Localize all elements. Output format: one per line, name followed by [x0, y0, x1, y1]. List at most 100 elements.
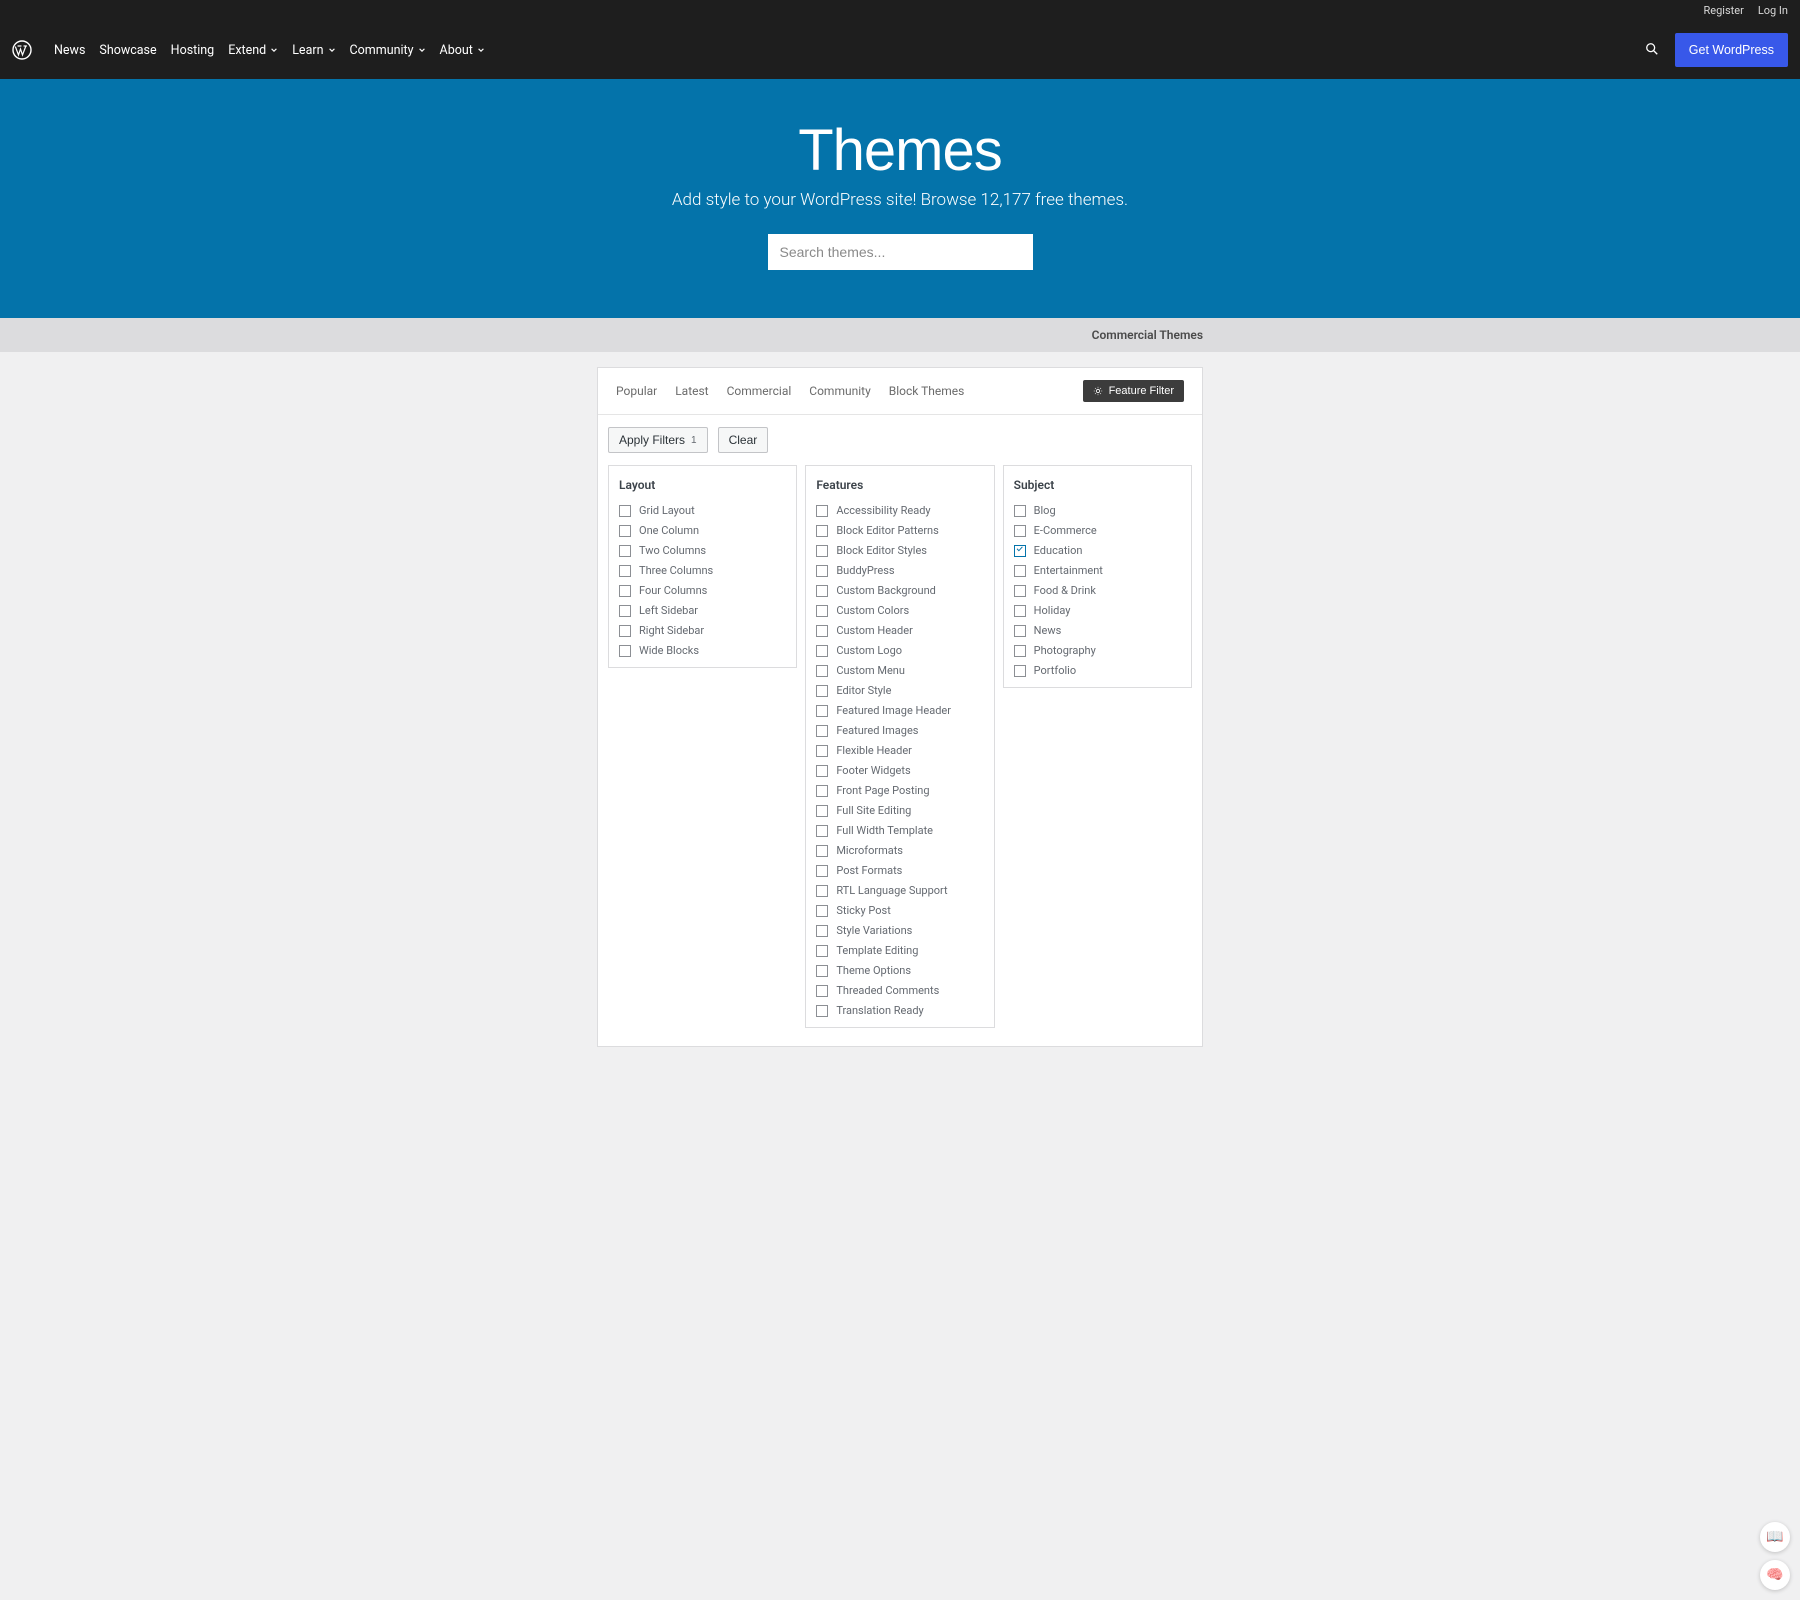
nav-about[interactable]: About: [440, 43, 485, 58]
filter-checkbox-item[interactable]: Accessibility Ready: [816, 504, 983, 517]
filter-checkbox-item[interactable]: Four Columns: [619, 584, 786, 597]
commercial-bar: Commercial Themes: [0, 318, 1800, 352]
filter-label: Block Editor Styles: [836, 544, 927, 557]
register-link[interactable]: Register: [1704, 4, 1744, 17]
nav-news[interactable]: News: [54, 43, 85, 58]
filter-label: Wide Blocks: [639, 644, 699, 657]
filter-checkbox-item[interactable]: Education: [1014, 544, 1181, 557]
filter-checkbox-item[interactable]: Theme Options: [816, 964, 983, 977]
filter-checkbox-item[interactable]: Custom Logo: [816, 644, 983, 657]
tab-latest[interactable]: Latest: [675, 384, 708, 398]
filter-checkbox-item[interactable]: Entertainment: [1014, 564, 1181, 577]
theme-search-input[interactable]: [768, 234, 1033, 270]
checkbox-icon: [816, 665, 828, 677]
filter-checkbox-item[interactable]: Wide Blocks: [619, 644, 786, 657]
filter-label: Post Formats: [836, 864, 902, 877]
tab-commercial[interactable]: Commercial: [727, 384, 792, 398]
filter-checkbox-item[interactable]: Featured Image Header: [816, 704, 983, 717]
filter-label: Theme Options: [836, 964, 911, 977]
get-wordpress-button[interactable]: Get WordPress: [1675, 33, 1788, 67]
tab-block-themes[interactable]: Block Themes: [889, 384, 965, 398]
filter-label: RTL Language Support: [836, 884, 947, 897]
filter-checkbox-item[interactable]: Custom Background: [816, 584, 983, 597]
filter-checkbox-item[interactable]: Block Editor Styles: [816, 544, 983, 557]
filter-label: News: [1034, 624, 1062, 637]
checkbox-icon: [816, 745, 828, 757]
filter-checkbox-item[interactable]: Flexible Header: [816, 744, 983, 757]
checkbox-icon: [816, 505, 828, 517]
commercial-themes-link[interactable]: Commercial Themes: [1092, 328, 1203, 342]
filter-checkbox-item[interactable]: RTL Language Support: [816, 884, 983, 897]
filter-checkbox-item[interactable]: Photography: [1014, 644, 1181, 657]
filter-checkbox-item[interactable]: Front Page Posting: [816, 784, 983, 797]
feature-filter-button[interactable]: Feature Filter: [1083, 380, 1184, 402]
checkbox-icon: [619, 625, 631, 637]
filter-col-title: Subject: [1014, 478, 1181, 492]
clear-button[interactable]: Clear: [718, 427, 769, 453]
filter-checkbox-item[interactable]: Custom Menu: [816, 664, 983, 677]
filter-checkbox-item[interactable]: Custom Colors: [816, 604, 983, 617]
filter-label: Microformats: [836, 844, 903, 857]
filter-checkbox-item[interactable]: Portfolio: [1014, 664, 1181, 677]
filter-checkbox-item[interactable]: Microformats: [816, 844, 983, 857]
chevron-down-icon: [477, 46, 485, 54]
wordpress-logo-icon[interactable]: [12, 40, 32, 60]
nav-hosting[interactable]: Hosting: [171, 43, 215, 58]
filter-checkbox-item[interactable]: Sticky Post: [816, 904, 983, 917]
filter-label: Block Editor Patterns: [836, 524, 939, 537]
docs-fab[interactable]: 📖: [1760, 1522, 1790, 1552]
tab-community[interactable]: Community: [809, 384, 870, 398]
filter-label: Entertainment: [1034, 564, 1103, 577]
filter-checkbox-item[interactable]: Full Site Editing: [816, 804, 983, 817]
filter-checkbox-item[interactable]: Threaded Comments: [816, 984, 983, 997]
filter-checkbox-item[interactable]: Footer Widgets: [816, 764, 983, 777]
filter-checkbox-item[interactable]: Right Sidebar: [619, 624, 786, 637]
filter-checkbox-item[interactable]: Two Columns: [619, 544, 786, 557]
filter-checkbox-item[interactable]: Template Editing: [816, 944, 983, 957]
filter-checkbox-item[interactable]: Featured Images: [816, 724, 983, 737]
filter-checkbox-item[interactable]: Style Variations: [816, 924, 983, 937]
filter-checkbox-item[interactable]: Food & Drink: [1014, 584, 1181, 597]
filter-checkbox-item[interactable]: Three Columns: [619, 564, 786, 577]
filter-checkbox-item[interactable]: E-Commerce: [1014, 524, 1181, 537]
filter-checkbox-item[interactable]: Grid Layout: [619, 504, 786, 517]
filter-label: Front Page Posting: [836, 784, 929, 797]
chevron-down-icon: [328, 46, 336, 54]
apply-filters-button[interactable]: Apply Filters 1: [608, 427, 708, 453]
filter-label: Sticky Post: [836, 904, 891, 917]
nav-learn[interactable]: Learn: [292, 43, 335, 58]
filter-checkbox-item[interactable]: Editor Style: [816, 684, 983, 697]
fab-stack: 📖 🧠: [1760, 1522, 1790, 1590]
filter-checkbox-item[interactable]: One Column: [619, 524, 786, 537]
hero-section: Themes Add style to your WordPress site!…: [0, 79, 1800, 318]
filter-checkbox-item[interactable]: Left Sidebar: [619, 604, 786, 617]
filter-label: E-Commerce: [1034, 524, 1097, 537]
tab-popular[interactable]: Popular: [616, 384, 657, 398]
nav-extend[interactable]: Extend: [228, 43, 278, 58]
checkbox-icon: [816, 705, 828, 717]
filter-checkbox-item[interactable]: Translation Ready: [816, 1004, 983, 1017]
checkbox-icon: [619, 585, 631, 597]
filter-label: Custom Background: [836, 584, 936, 597]
filter-checkbox-item[interactable]: News: [1014, 624, 1181, 637]
filter-checkbox-item[interactable]: BuddyPress: [816, 564, 983, 577]
login-link[interactable]: Log In: [1758, 4, 1788, 17]
search-button[interactable]: [1645, 42, 1659, 59]
nav-bar: News Showcase Hosting Extend Learn Commu…: [0, 21, 1800, 79]
filter-label: Translation Ready: [836, 1004, 923, 1017]
checkbox-icon: [816, 845, 828, 857]
checkbox-icon: [816, 685, 828, 697]
filter-checkbox-item[interactable]: Post Formats: [816, 864, 983, 877]
filter-checkbox-item[interactable]: Block Editor Patterns: [816, 524, 983, 537]
filter-label: Editor Style: [836, 684, 891, 697]
nav-showcase[interactable]: Showcase: [99, 43, 156, 58]
filter-checkbox-item[interactable]: Blog: [1014, 504, 1181, 517]
filter-checkbox-item[interactable]: Holiday: [1014, 604, 1181, 617]
filter-checkbox-item[interactable]: Full Width Template: [816, 824, 983, 837]
filter-label: Template Editing: [836, 944, 918, 957]
assist-fab[interactable]: 🧠: [1760, 1560, 1790, 1590]
nav-community[interactable]: Community: [350, 43, 426, 58]
tabs-row: Popular Latest Commercial Community Bloc…: [598, 368, 1202, 415]
filter-checkbox-item[interactable]: Custom Header: [816, 624, 983, 637]
gear-icon: [1093, 386, 1103, 396]
